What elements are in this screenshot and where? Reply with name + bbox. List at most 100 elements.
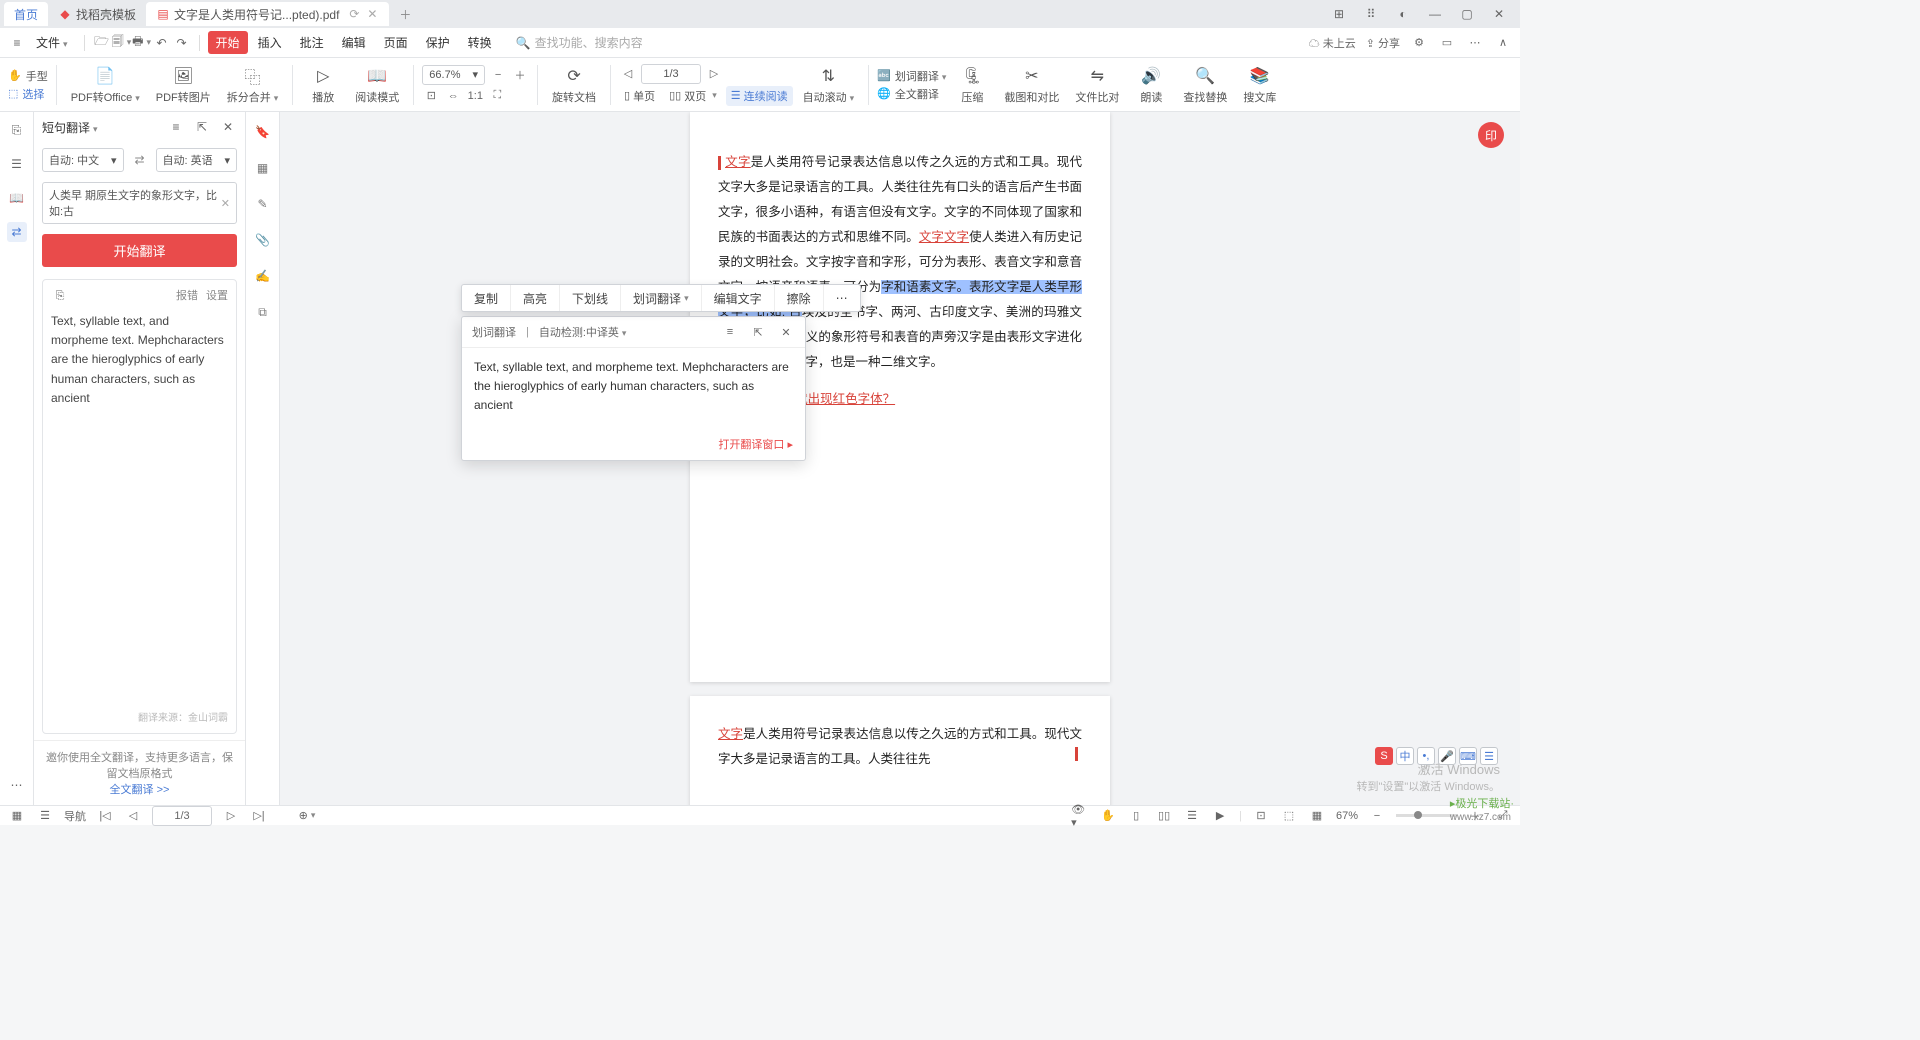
compress[interactable]: 🗜压缩	[950, 63, 994, 107]
annotation-icon[interactable]: ✎	[253, 194, 273, 214]
cloud-status[interactable]: ☁ 未上云	[1309, 35, 1356, 51]
ctx-edit-text[interactable]: 编辑文字	[702, 285, 775, 311]
full-translate-link[interactable]: 全文翻译 >>	[110, 784, 170, 796]
avatar-icon[interactable]: ◐	[1394, 5, 1412, 23]
doc-p2-lead[interactable]: 文字	[718, 727, 743, 741]
open-icon[interactable]: 🗁	[93, 34, 111, 52]
menu-page[interactable]: 页面	[376, 31, 416, 54]
window-icon[interactable]: ▭	[1438, 34, 1456, 52]
maximize-button[interactable]: ▢	[1458, 5, 1476, 23]
ime-voice[interactable]: 🎤	[1438, 747, 1456, 765]
new-tab-button[interactable]: ＋	[389, 2, 421, 26]
popup-list-icon[interactable]: ≡	[721, 323, 739, 341]
doc-mid-link[interactable]: 文字文字	[919, 230, 969, 244]
fullscreen-icon[interactable]: ⛶	[488, 87, 506, 105]
popup-pin-icon[interactable]: ⇱	[749, 323, 767, 341]
share-button[interactable]: ⇪ 分享	[1366, 35, 1400, 51]
read-aloud[interactable]: 🔊朗读	[1129, 63, 1173, 107]
report-error[interactable]: 报错	[176, 288, 198, 306]
save-icon[interactable]: 🗐	[113, 34, 131, 52]
tab-refresh-icon[interactable]: ⟳	[347, 7, 361, 21]
sb-prev[interactable]: ◁	[124, 807, 142, 825]
rail-more-icon[interactable]: ⋯	[7, 775, 27, 795]
print-icon[interactable]: 🖶	[133, 34, 151, 52]
ime-keyboard[interactable]: ⌨	[1459, 747, 1477, 765]
grid-icon[interactable]: ⊞	[1330, 5, 1348, 23]
menu-insert[interactable]: 插入	[250, 31, 290, 54]
popup-mode[interactable]: 自动检测:中译英	[539, 324, 627, 340]
full-translate[interactable]: 🌐 全文翻译	[877, 86, 946, 102]
ime-toolbar[interactable]: S 中 •, 🎤 ⌨ ☰	[1375, 747, 1498, 765]
next-page[interactable]: ▷	[705, 65, 723, 83]
lang-from[interactable]: 自动: 中文▾	[42, 148, 124, 172]
prev-page[interactable]: ◁	[619, 65, 637, 83]
pdf-to-office[interactable]: 📄PDF转Office	[65, 63, 146, 107]
popup-close-icon[interactable]: ✕	[777, 323, 795, 341]
pdf-to-image[interactable]: 🖼PDF转图片	[150, 63, 217, 107]
ime-menu[interactable]: ☰	[1480, 747, 1498, 765]
menu-protect[interactable]: 保护	[418, 31, 458, 54]
screenshot-compare[interactable]: ✂截图和对比	[998, 63, 1065, 107]
menu-edit[interactable]: 编辑	[334, 31, 374, 54]
ctx-more[interactable]: ⋯	[824, 285, 860, 311]
search-box[interactable]: 🔍 查找功能、搜索内容	[516, 34, 643, 51]
split-merge[interactable]: ⿻拆分合并	[221, 63, 285, 107]
fit-page-icon[interactable]: ⊡	[422, 87, 440, 105]
view-double[interactable]: ▯▯ 双页	[664, 86, 722, 106]
rotate-doc[interactable]: ⟳旋转文档	[546, 63, 602, 107]
more-icon[interactable]: ⋯	[1466, 34, 1484, 52]
trans-pin-icon[interactable]: ⇱	[193, 118, 211, 136]
gear-icon[interactable]: ⚙	[1410, 34, 1428, 52]
rail-outline-icon[interactable]: ☰	[7, 154, 27, 174]
zoom-out[interactable]: −	[489, 66, 507, 84]
copy-result-icon[interactable]: ⎘	[51, 288, 69, 306]
sb-thumb-icon[interactable]: ▦	[8, 807, 26, 825]
bookmark-icon[interactable]: 🔖	[253, 122, 273, 142]
zoom-select[interactable]: 66.7%▾	[422, 65, 485, 85]
fit-width-icon[interactable]: ⇔	[444, 87, 462, 105]
trans-title[interactable]: 短句翻译	[42, 119, 98, 136]
sb-crop-icon[interactable]: ⬚	[1280, 807, 1298, 825]
page-input[interactable]: 1/3	[641, 64, 701, 84]
ctx-underline[interactable]: 下划线	[560, 285, 621, 311]
tab-document[interactable]: ▤ 文字是人类用符号记...pted).pdf ⟳ ✕	[146, 2, 389, 26]
sb-first[interactable]: |◁	[96, 807, 114, 825]
view-single[interactable]: ▯ 单页	[619, 86, 660, 106]
attachment-icon[interactable]: 📎	[253, 230, 273, 250]
select-tool[interactable]: ⬚ 选择	[8, 86, 48, 102]
sb-hand-icon[interactable]: ✋	[1099, 807, 1117, 825]
sb-nav[interactable]: 导航	[64, 808, 86, 824]
trans-list-icon[interactable]: ≡	[167, 118, 185, 136]
sb-play-icon[interactable]: ▶	[1211, 807, 1229, 825]
sb-single-icon[interactable]: ▯	[1127, 807, 1145, 825]
sb-grid-icon[interactable]: ▦	[1308, 807, 1326, 825]
collapse-icon[interactable]: ∧	[1494, 34, 1512, 52]
rail-book-icon[interactable]: 📖	[7, 188, 27, 208]
redo-icon[interactable]: ↷	[173, 34, 191, 52]
tab-home[interactable]: 首页	[4, 2, 48, 26]
undo-icon[interactable]: ↶	[153, 34, 171, 52]
ctx-copy[interactable]: 复制	[462, 285, 511, 311]
search-library[interactable]: 📚搜文库	[1237, 63, 1282, 107]
lang-swap[interactable]: ⇄	[130, 150, 150, 170]
sb-outline-icon[interactable]: ☰	[36, 807, 54, 825]
ctx-erase[interactable]: 擦除	[775, 285, 824, 311]
sb-zoom-out[interactable]: −	[1368, 807, 1386, 825]
menu-start[interactable]: 开始	[208, 31, 248, 54]
trans-close-icon[interactable]: ✕	[219, 118, 237, 136]
read-mode[interactable]: 📖阅读模式	[349, 63, 405, 107]
apps-icon[interactable]: ⠿	[1362, 5, 1380, 23]
trans-settings[interactable]: 设置	[206, 288, 228, 306]
open-translate-window[interactable]: 打开翻译窗口 ▸	[718, 439, 793, 451]
ctx-highlight[interactable]: 高亮	[511, 285, 560, 311]
hand-tool[interactable]: ✋ 手型	[8, 68, 48, 84]
rail-translate-icon[interactable]: ⎘	[7, 120, 27, 140]
play-button[interactable]: ▷播放	[301, 63, 345, 107]
menu-annotate[interactable]: 批注	[292, 31, 332, 54]
source-input[interactable]: 人类早 期原生文字的象形文字，比如:古✕	[42, 182, 237, 224]
menu-icon[interactable]: ≡	[8, 34, 26, 52]
ime-logo[interactable]: S	[1375, 747, 1393, 765]
sb-next[interactable]: ▷	[222, 807, 240, 825]
thumbnail-icon[interactable]: ▦	[253, 158, 273, 178]
ime-punct[interactable]: •,	[1417, 747, 1435, 765]
